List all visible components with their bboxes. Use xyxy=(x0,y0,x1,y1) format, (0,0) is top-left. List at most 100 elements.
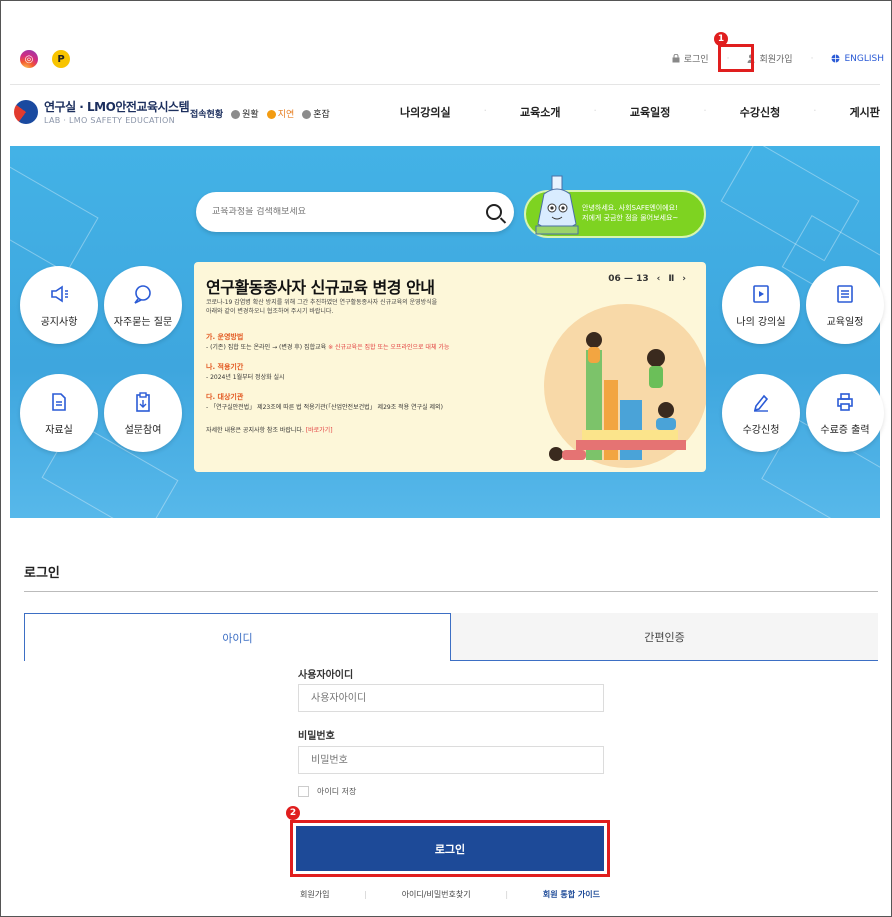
quick-schedule-button[interactable]: 교육일정 xyxy=(806,266,884,344)
quick-faq-button[interactable]: 자주묻는 질문 xyxy=(104,266,182,344)
utility-links: 로그인 · 회원가입 · ENGLISH xyxy=(672,52,884,65)
divider: · xyxy=(810,53,814,64)
mascot-flask-icon xyxy=(535,175,579,235)
login-link-label: 로그인 xyxy=(683,55,709,65)
nav-education-intro[interactable]: 교육소개 xyxy=(520,104,560,120)
chatbot-promo[interactable]: 안녕하세요. 사회SAFE엔이에요! 저에게 궁금한 점을 물어보세요~ xyxy=(524,175,706,238)
search-icon[interactable] xyxy=(486,204,502,220)
signup-link-bottom[interactable]: 회원가입 xyxy=(300,889,329,900)
login-footer-links: 회원가입 | 아이디/비밀번호찾기 | 회원 통합 가이드 xyxy=(300,889,600,900)
logo-subtitle: LAB · LMO SAFETY EDUCATION xyxy=(44,116,175,125)
course-search-input[interactable] xyxy=(212,207,472,217)
quick-library-label: 자료실 xyxy=(45,424,73,436)
user-id-label: 사용자아이디 xyxy=(298,670,354,681)
login-link[interactable]: 로그인 xyxy=(672,52,709,65)
nav-my-classroom[interactable]: 나의강의실 xyxy=(400,104,451,120)
password-label: 비밀번호 xyxy=(298,731,335,742)
notice-section-method: 가. 운영방법 - (기존) 집합 또는 온라인 → (변경 후) 집합교육 ※… xyxy=(206,333,450,351)
quick-certificate-label: 수료증 출력 xyxy=(820,424,870,436)
member-guide-link[interactable]: 회원 통합 가이드 xyxy=(543,889,600,900)
quick-enrollment-button[interactable]: 수강신청 xyxy=(722,374,800,452)
status-label: 접속현황 xyxy=(190,110,224,120)
divider: · xyxy=(483,104,488,117)
notice-section-target: 다. 대상기관 - 「연구실안전법」 제23조에 따른 법 적용기관(「산업안전… xyxy=(206,393,443,411)
document-icon xyxy=(52,392,66,411)
login-submit-button[interactable]: 로그인 xyxy=(296,826,604,871)
prev-arrow-icon[interactable]: ‹ xyxy=(657,274,661,284)
status-dot-icon xyxy=(302,110,312,119)
notice-banner[interactable]: 연구활동종사자 신규교육 변경 안내 06 — 13 ‹ Ⅱ › 코로나-19 … xyxy=(194,262,706,472)
globe-icon xyxy=(831,54,840,63)
clipboard-icon xyxy=(136,391,150,412)
site-logo[interactable]: 연구실 · LMO안전교육시스템 LAB · LMO SAFETY EDUCAT… xyxy=(14,98,190,125)
logo-title: 연구실 · LMO안전교육시스템 xyxy=(44,100,190,114)
step-marker-1: 1 xyxy=(714,32,728,46)
next-arrow-icon[interactable]: › xyxy=(682,274,686,284)
quick-survey-button[interactable]: 설문참여 xyxy=(104,374,182,452)
notice-section-period: 나. 적용기간 - 2024년 1월부터 정상화 실시 xyxy=(206,363,285,381)
pause-icon[interactable]: Ⅱ xyxy=(668,274,674,284)
english-link[interactable]: ENGLISH xyxy=(831,54,884,64)
highlight-box-login xyxy=(718,44,754,72)
remember-id-option[interactable]: 아이디 저장 xyxy=(298,786,356,797)
remember-id-label: 아이디 저장 xyxy=(317,787,357,796)
password-input[interactable] xyxy=(298,746,604,774)
tab-easy-auth[interactable]: 간편인증 xyxy=(451,613,878,661)
sns-links: ◎ P xyxy=(20,50,70,68)
quick-notice-label: 공지사항 xyxy=(40,316,78,328)
logo-emblem-icon xyxy=(14,99,38,124)
tab-id-login[interactable]: 아이디 xyxy=(24,613,451,661)
promo-line-2: 저에게 궁금한 점을 물어보세요~ xyxy=(582,214,679,222)
naver-post-icon[interactable]: P xyxy=(52,50,70,68)
status-dot-icon xyxy=(266,110,276,119)
user-id-input[interactable] xyxy=(298,684,604,712)
printer-icon xyxy=(837,392,853,411)
status-dot-icon xyxy=(231,110,241,119)
students-books-illustration xyxy=(544,304,706,468)
lock-icon xyxy=(672,54,680,63)
status-item-busy: 혼잡 xyxy=(302,107,330,120)
divider: · xyxy=(593,104,597,117)
notice-footnote: 자세한 내용은 공지사항 참조 바랍니다. [바로가기] xyxy=(206,427,333,434)
english-link-label: ENGLISH xyxy=(844,53,884,64)
play-screen-icon xyxy=(753,284,769,303)
instagram-icon[interactable]: ◎ xyxy=(20,50,38,68)
step-marker-2: 2 xyxy=(286,806,300,820)
status-item-smooth: 원활 xyxy=(231,107,259,120)
quick-enrollment-label: 수강신청 xyxy=(742,424,780,436)
find-account-link[interactable]: 아이디/비밀번호찾기 xyxy=(402,889,471,900)
notice-title: 연구활동종사자 신규교육 변경 안내 xyxy=(206,278,435,297)
quick-my-classroom-button[interactable]: 나의 강의실 xyxy=(722,266,800,344)
course-search-bar xyxy=(196,192,514,232)
quick-certificate-button[interactable]: 수료증 출력 xyxy=(806,374,884,452)
calendar-list-icon xyxy=(837,284,853,303)
quick-library-button[interactable]: 자료실 xyxy=(20,374,98,452)
connection-status: 접속현황 원활 지연 혼잡 xyxy=(190,107,330,120)
promo-line-1: 안녕하세요. 사회SAFE엔이에요! xyxy=(582,204,678,213)
megaphone-icon xyxy=(51,285,68,302)
divider: · xyxy=(703,104,707,117)
remember-id-checkbox[interactable] xyxy=(298,786,309,797)
quick-my-classroom-label: 나의 강의실 xyxy=(736,316,786,328)
notice-pager: 06 — 13 ‹ Ⅱ › xyxy=(608,274,686,284)
nav-education-schedule[interactable]: 교육일정 xyxy=(630,104,670,120)
nav-board[interactable]: 게시판 xyxy=(850,104,880,120)
quick-schedule-label: 교육일정 xyxy=(826,316,864,328)
pencil-icon xyxy=(753,394,769,412)
signup-link[interactable]: 회원가입 xyxy=(747,52,793,65)
signup-link-label: 회원가입 xyxy=(759,55,793,65)
login-title-divider xyxy=(24,591,878,592)
nav-enrollment[interactable]: 수강신청 xyxy=(740,104,780,120)
login-section-title: 로그인 xyxy=(24,566,60,581)
notice-shortcut-link[interactable]: [바로가기] xyxy=(306,427,333,434)
notice-page-indicator: 06 — 13 xyxy=(608,274,649,284)
quick-faq-label: 자주묻는 질문 xyxy=(113,316,173,328)
quick-notice-button[interactable]: 공지사항 xyxy=(20,266,98,344)
divider: · xyxy=(813,104,817,117)
header-divider xyxy=(10,84,880,85)
divider: | xyxy=(505,890,509,899)
main-nav: 나의강의실 · 교육소개 · 교육일정 · 수강신청 · 게시판 xyxy=(400,104,880,120)
faq-bubble-icon xyxy=(134,284,151,304)
divider: | xyxy=(364,890,367,899)
quick-survey-label: 설문참여 xyxy=(124,424,162,436)
